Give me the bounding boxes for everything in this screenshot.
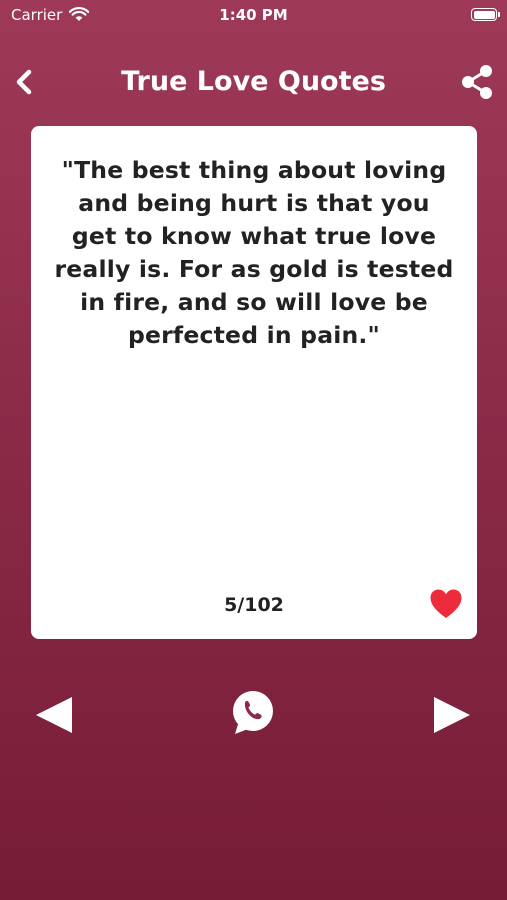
status-time: 1:40 PM: [219, 6, 288, 24]
status-bar: Carrier 1:40 PM: [0, 0, 507, 32]
previous-button[interactable]: [34, 696, 74, 734]
nav-bar: True Love Quotes: [0, 42, 507, 120]
battery-icon: [471, 8, 500, 21]
heart-icon: [430, 589, 462, 618]
triangle-left-icon: [36, 697, 72, 733]
favorite-button[interactable]: [429, 588, 463, 620]
triangle-right-icon: [434, 697, 470, 733]
quote-text: "The best thing about loving and being h…: [54, 156, 454, 349]
quote-card: "The best thing about loving and being h…: [31, 126, 477, 639]
whatsapp-share-button[interactable]: [229, 689, 277, 737]
share-button[interactable]: [457, 62, 497, 102]
next-button[interactable]: [432, 696, 472, 734]
controls-bar: [0, 684, 507, 746]
quote-counter: 5/102: [224, 594, 284, 616]
page-title: True Love Quotes: [121, 66, 386, 97]
share-icon: [462, 65, 492, 99]
whatsapp-icon: [233, 691, 273, 734]
